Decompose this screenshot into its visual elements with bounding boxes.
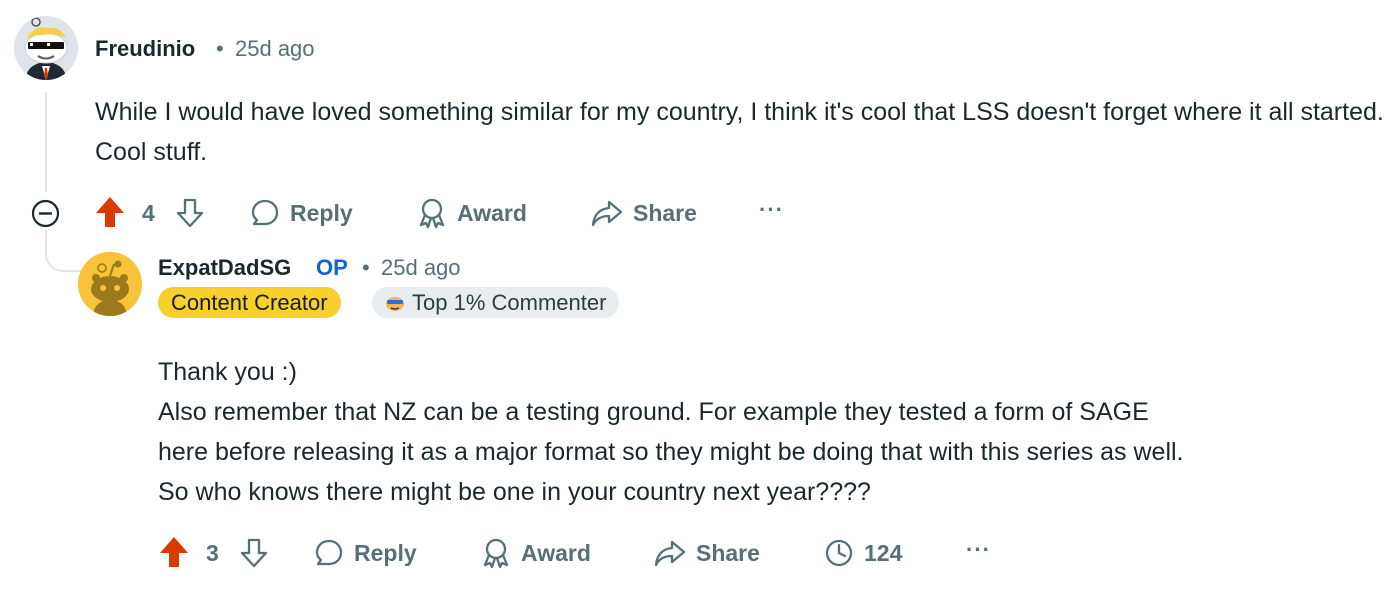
reply-button[interactable]: Reply — [313, 537, 417, 569]
upvote-icon — [96, 197, 124, 227]
reply-label: Reply — [354, 539, 417, 566]
flair-content-creator: Content Creator — [158, 287, 341, 318]
comment-author[interactable]: Freudinio — [95, 36, 195, 62]
vote-count: 4 — [142, 200, 155, 226]
share-icon — [654, 540, 686, 567]
award-label: Award — [457, 199, 527, 226]
meta-separator: • — [362, 255, 370, 280]
upvote-button[interactable] — [94, 195, 126, 229]
downvote-icon — [240, 538, 268, 568]
comment-body-line: So who knows there might be one in your … — [158, 478, 871, 506]
thread-line[interactable] — [45, 92, 47, 192]
reply-button[interactable]: Reply — [249, 197, 353, 229]
vote-count: 3 — [206, 540, 219, 566]
meta-separator: • — [216, 36, 224, 61]
more-options-button[interactable]: ··· — [966, 537, 991, 563]
comment-body-line: Also remember that NZ can be a testing g… — [158, 398, 1149, 426]
more-options-button[interactable]: ··· — [759, 197, 784, 223]
award-label: Award — [521, 539, 591, 566]
award-icon — [419, 198, 445, 229]
views-icon — [825, 539, 853, 567]
avatar-freudinio[interactable] — [14, 16, 78, 80]
upvote-icon — [160, 537, 188, 567]
award-button[interactable]: Award — [416, 197, 527, 229]
avatar-expatdadsg[interactable] — [78, 252, 142, 316]
flair-top-commenter: Top 1% Commenter — [372, 287, 620, 318]
downvote-button[interactable] — [239, 537, 269, 569]
reply-icon — [251, 199, 279, 226]
views-button[interactable]: 124 — [823, 537, 902, 569]
downvote-icon — [176, 198, 204, 228]
comment-body: Thank you :) Also remember that NZ can b… — [158, 352, 1388, 512]
comment-author[interactable]: ExpatDadSG — [158, 255, 291, 281]
reply-icon — [315, 539, 343, 566]
op-badge: OP — [316, 255, 348, 280]
downvote-button[interactable] — [175, 197, 205, 229]
snoo-default-avatar-icon — [78, 252, 142, 316]
collapse-thread-button[interactable] — [31, 199, 60, 228]
share-icon — [591, 200, 623, 227]
comment-body: While I would have loved something simil… — [95, 98, 1384, 166]
share-label: Share — [633, 199, 697, 226]
views-count: 124 — [864, 539, 903, 566]
share-button[interactable]: Share — [590, 197, 697, 229]
upvote-button[interactable] — [158, 535, 190, 569]
award-button[interactable]: Award — [480, 537, 591, 569]
comment-timestamp[interactable]: 25d ago — [381, 255, 461, 281]
top-commenter-icon — [386, 297, 404, 311]
award-icon — [483, 538, 509, 569]
flair-top-commenter-label: Top 1% Commenter — [412, 290, 607, 315]
reply-label: Reply — [290, 199, 353, 226]
share-button[interactable]: Share — [653, 537, 760, 569]
thread-connector — [45, 230, 81, 272]
collapse-icon — [31, 199, 60, 228]
snoo-sunglasses-avatar-icon — [14, 16, 78, 80]
share-label: Share — [696, 539, 760, 566]
comment-body-line: here before releasing it as a major form… — [158, 438, 1184, 466]
comment-timestamp[interactable]: 25d ago — [235, 36, 315, 62]
comment-body-line: Thank you :) — [158, 358, 297, 386]
